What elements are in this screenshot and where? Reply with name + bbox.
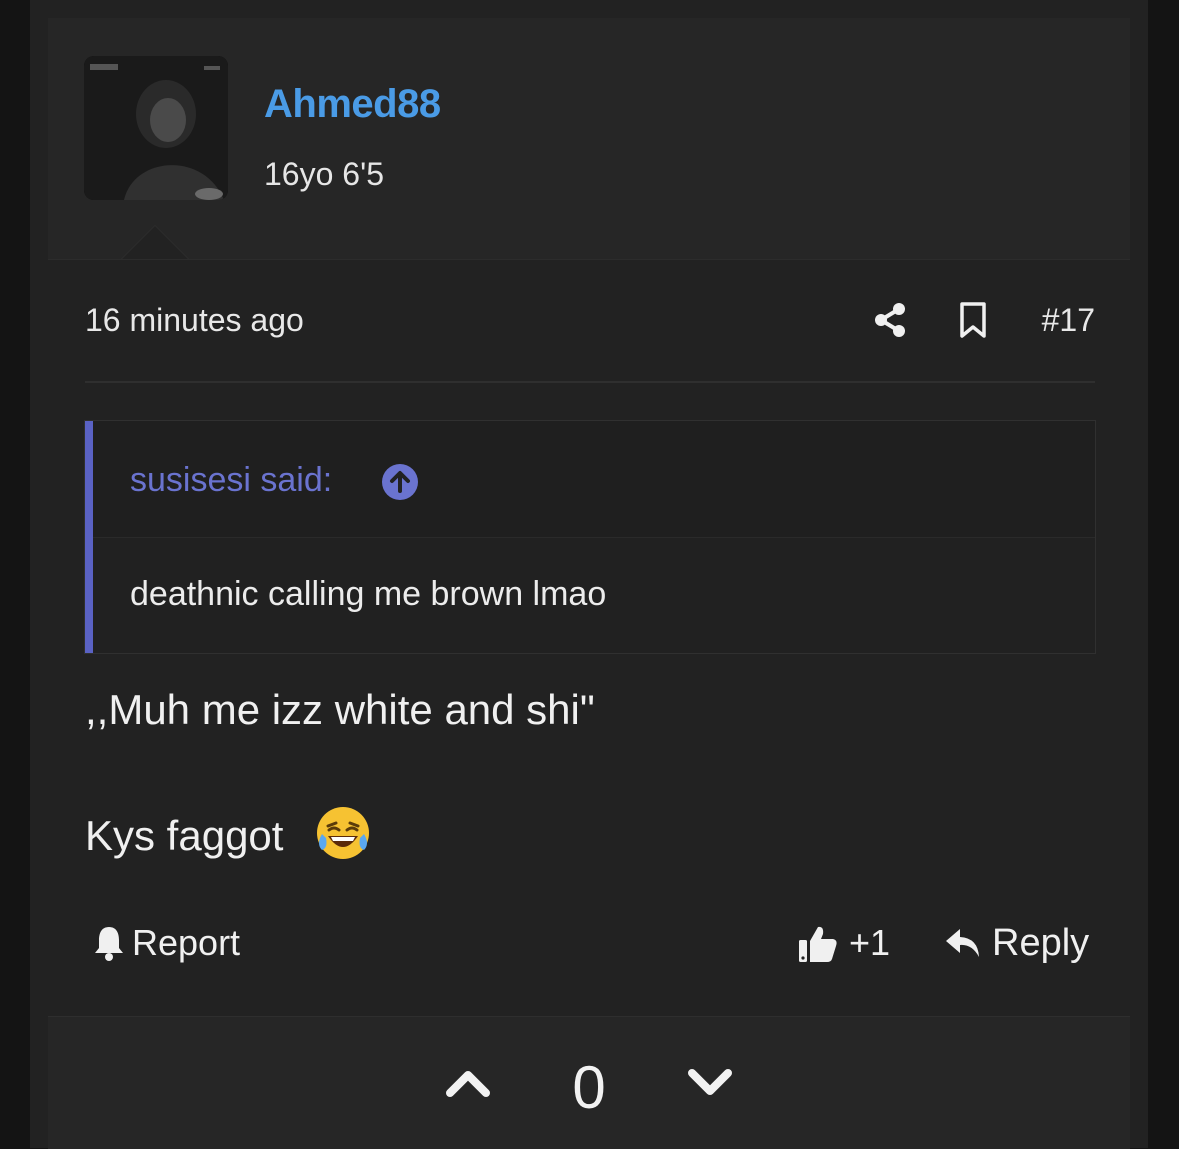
vote-count: 0	[572, 1054, 606, 1121]
downvote-chevron-icon[interactable]	[686, 1063, 734, 1103]
reply-arrow-icon	[946, 929, 979, 957]
share-icon[interactable]	[870, 300, 910, 340]
meta-divider	[85, 381, 1095, 383]
post-number[interactable]: #17	[1042, 302, 1095, 339]
header-pointer	[122, 226, 188, 259]
bell-icon	[95, 927, 123, 961]
laughing-crying-emoji-icon	[314, 804, 372, 862]
quote-text: deathnic calling me brown lmao	[130, 575, 607, 613]
bookmark-icon[interactable]	[953, 300, 993, 340]
vote-bar: 0	[48, 1016, 1130, 1149]
username[interactable]: Ahmed88	[264, 82, 441, 127]
reply-button[interactable]: Reply	[944, 920, 1089, 966]
arrow-up-circle-icon[interactable]	[381, 463, 419, 501]
quote-accent-bar	[85, 421, 93, 653]
user-title: 16yo 6'5	[264, 156, 384, 192]
post-body-line: ,,Muh me izz white and shi"	[85, 686, 595, 733]
report-button[interactable]: Report	[92, 920, 240, 966]
post-card: Ahmed88 16yo 6'5 16 minutes ago #17 susi…	[30, 0, 1148, 1149]
thumbs-up-icon	[799, 926, 837, 962]
like-button[interactable]: +1	[797, 920, 890, 966]
like-label: +1	[849, 922, 891, 963]
post-timestamp[interactable]: 16 minutes ago	[85, 302, 304, 339]
quote-header[interactable]: susisesi said:	[93, 421, 1095, 538]
quote-author[interactable]: susisesi said:	[130, 461, 332, 500]
post-meta: 16 minutes ago #17	[85, 298, 1095, 346]
post-body-line: Kys faggot	[85, 812, 284, 859]
reply-label: Reply	[992, 921, 1090, 964]
user-header: Ahmed88 16yo 6'5	[48, 18, 1130, 260]
report-label: Report	[132, 922, 241, 963]
avatar[interactable]	[84, 56, 228, 200]
quote-block: susisesi said: deathnic calling me brown…	[84, 420, 1096, 654]
